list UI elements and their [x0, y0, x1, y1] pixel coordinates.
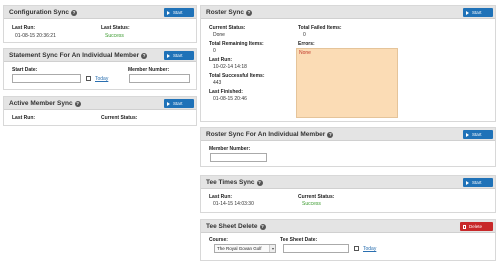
active-member-sync-start-button[interactable]: Start	[164, 99, 194, 108]
current-status-value: Success	[302, 201, 321, 207]
panel-header: Tee Times Sync? Start	[201, 176, 495, 189]
help-icon[interactable]: ?	[327, 131, 334, 138]
help-icon[interactable]: ?	[245, 9, 252, 16]
help-icon[interactable]: ?	[74, 100, 81, 107]
start-date-label: Start Date:	[12, 67, 38, 73]
panel-title: Active Member Sync?	[9, 100, 81, 107]
chevron-down-icon	[269, 245, 275, 252]
course-label: Course:	[209, 237, 228, 243]
panel-title: Tee Times Sync?	[206, 179, 263, 186]
member-number-input[interactable]	[210, 153, 267, 162]
play-icon	[466, 10, 469, 15]
roster-individual-start-button[interactable]: Start	[463, 130, 493, 139]
calendar-icon[interactable]	[354, 246, 359, 251]
configuration-sync-panel: Configuration Sync? Start Last Run: 01-0…	[3, 5, 197, 43]
panel-header: Tee Sheet Delete? Delete	[201, 220, 495, 233]
last-finished-label: Last Finished:	[209, 89, 243, 95]
errors-label: Errors:	[298, 41, 315, 47]
roster-sync-start-button[interactable]: Start	[463, 8, 493, 17]
last-status-label: Last Status:	[101, 25, 130, 31]
panel-title: Tee Sheet Delete?	[206, 223, 266, 230]
course-select[interactable]: The Royal Govan Golf	[214, 244, 276, 253]
statement-sync-panel: Statement Sync For An Individual Member?…	[3, 48, 197, 90]
today-link[interactable]: Today	[95, 76, 108, 82]
current-status-label: Current Status:	[209, 25, 246, 31]
panel-header: Roster Sync? Start	[201, 6, 495, 19]
errors-textarea[interactable]: None	[296, 48, 398, 118]
last-run-value: 01-14-15 14:03:30	[213, 201, 254, 207]
help-icon[interactable]: ?	[256, 179, 263, 186]
member-number-input[interactable]	[129, 74, 190, 83]
today-link[interactable]: Today	[363, 246, 376, 252]
last-run-value: 10-02-14 14:18	[213, 64, 247, 70]
play-icon	[167, 101, 170, 106]
total-remaining-label: Total Remaining Items:	[209, 41, 264, 47]
panel-header: Configuration Sync? Start	[4, 6, 196, 19]
tee-sheet-date-label: Tee Sheet Date:	[280, 237, 318, 243]
help-icon[interactable]: ?	[259, 223, 266, 230]
tee-times-sync-panel: Tee Times Sync? Start Last Run: 01-14-15…	[200, 175, 496, 213]
errors-value: None	[299, 50, 311, 56]
last-finished-value: 01-08-15 20:46	[213, 96, 247, 102]
roster-individual-panel: Roster Sync For An Individual Member? St…	[200, 127, 496, 167]
panel-header: Statement Sync For An Individual Member?…	[4, 49, 196, 62]
play-icon	[167, 53, 170, 58]
statement-sync-start-button[interactable]: Start	[164, 51, 194, 60]
last-run-label: Last Run:	[12, 25, 36, 31]
last-run-label: Last Run:	[209, 57, 233, 63]
help-icon[interactable]: ?	[70, 9, 77, 16]
tee-sheet-delete-panel: Tee Sheet Delete? Delete Course: The Roy…	[200, 219, 496, 261]
last-status-value: Success	[105, 33, 124, 39]
current-status-value: Done	[213, 32, 225, 38]
panel-header: Roster Sync For An Individual Member? St…	[201, 128, 495, 141]
tee-sheet-date-input[interactable]	[283, 244, 349, 253]
active-member-sync-panel: Active Member Sync? Start Last Run: Curr…	[3, 96, 197, 126]
current-status-label: Current Status:	[101, 115, 138, 121]
trash-icon	[463, 224, 466, 229]
play-icon	[167, 10, 170, 15]
course-select-value: The Royal Govan Golf	[217, 246, 262, 251]
last-run-label: Last Run:	[12, 115, 36, 121]
total-failed-value: 0	[303, 32, 306, 38]
help-icon[interactable]: ?	[141, 52, 148, 59]
total-remaining-value: 0	[213, 48, 216, 54]
total-failed-label: Total Failed Items:	[298, 25, 342, 31]
calendar-icon[interactable]	[86, 76, 91, 81]
panel-header: Active Member Sync? Start	[4, 97, 196, 110]
panel-title: Roster Sync?	[206, 9, 252, 16]
play-icon	[466, 180, 469, 185]
play-icon	[466, 132, 469, 137]
panel-title: Configuration Sync?	[9, 9, 77, 16]
roster-sync-panel: Roster Sync? Start Current Status: Done …	[200, 5, 496, 122]
config-sync-start-button[interactable]: Start	[164, 8, 194, 17]
member-number-label: Member Number:	[209, 146, 251, 152]
last-run-label: Last Run:	[209, 194, 233, 200]
tee-sheet-delete-button[interactable]: Delete	[460, 222, 493, 231]
panel-title: Roster Sync For An Individual Member?	[206, 131, 334, 138]
member-number-label: Member Number:	[128, 67, 170, 73]
total-successful-value: 443	[213, 80, 222, 86]
tee-times-sync-start-button[interactable]: Start	[463, 178, 493, 187]
panel-title: Statement Sync For An Individual Member?	[9, 52, 148, 59]
last-run-value: 01-08-15 20:36:21	[15, 33, 56, 39]
start-date-input[interactable]	[12, 74, 81, 83]
total-successful-label: Total Successful Items:	[209, 73, 265, 79]
current-status-label: Current Status:	[298, 194, 335, 200]
